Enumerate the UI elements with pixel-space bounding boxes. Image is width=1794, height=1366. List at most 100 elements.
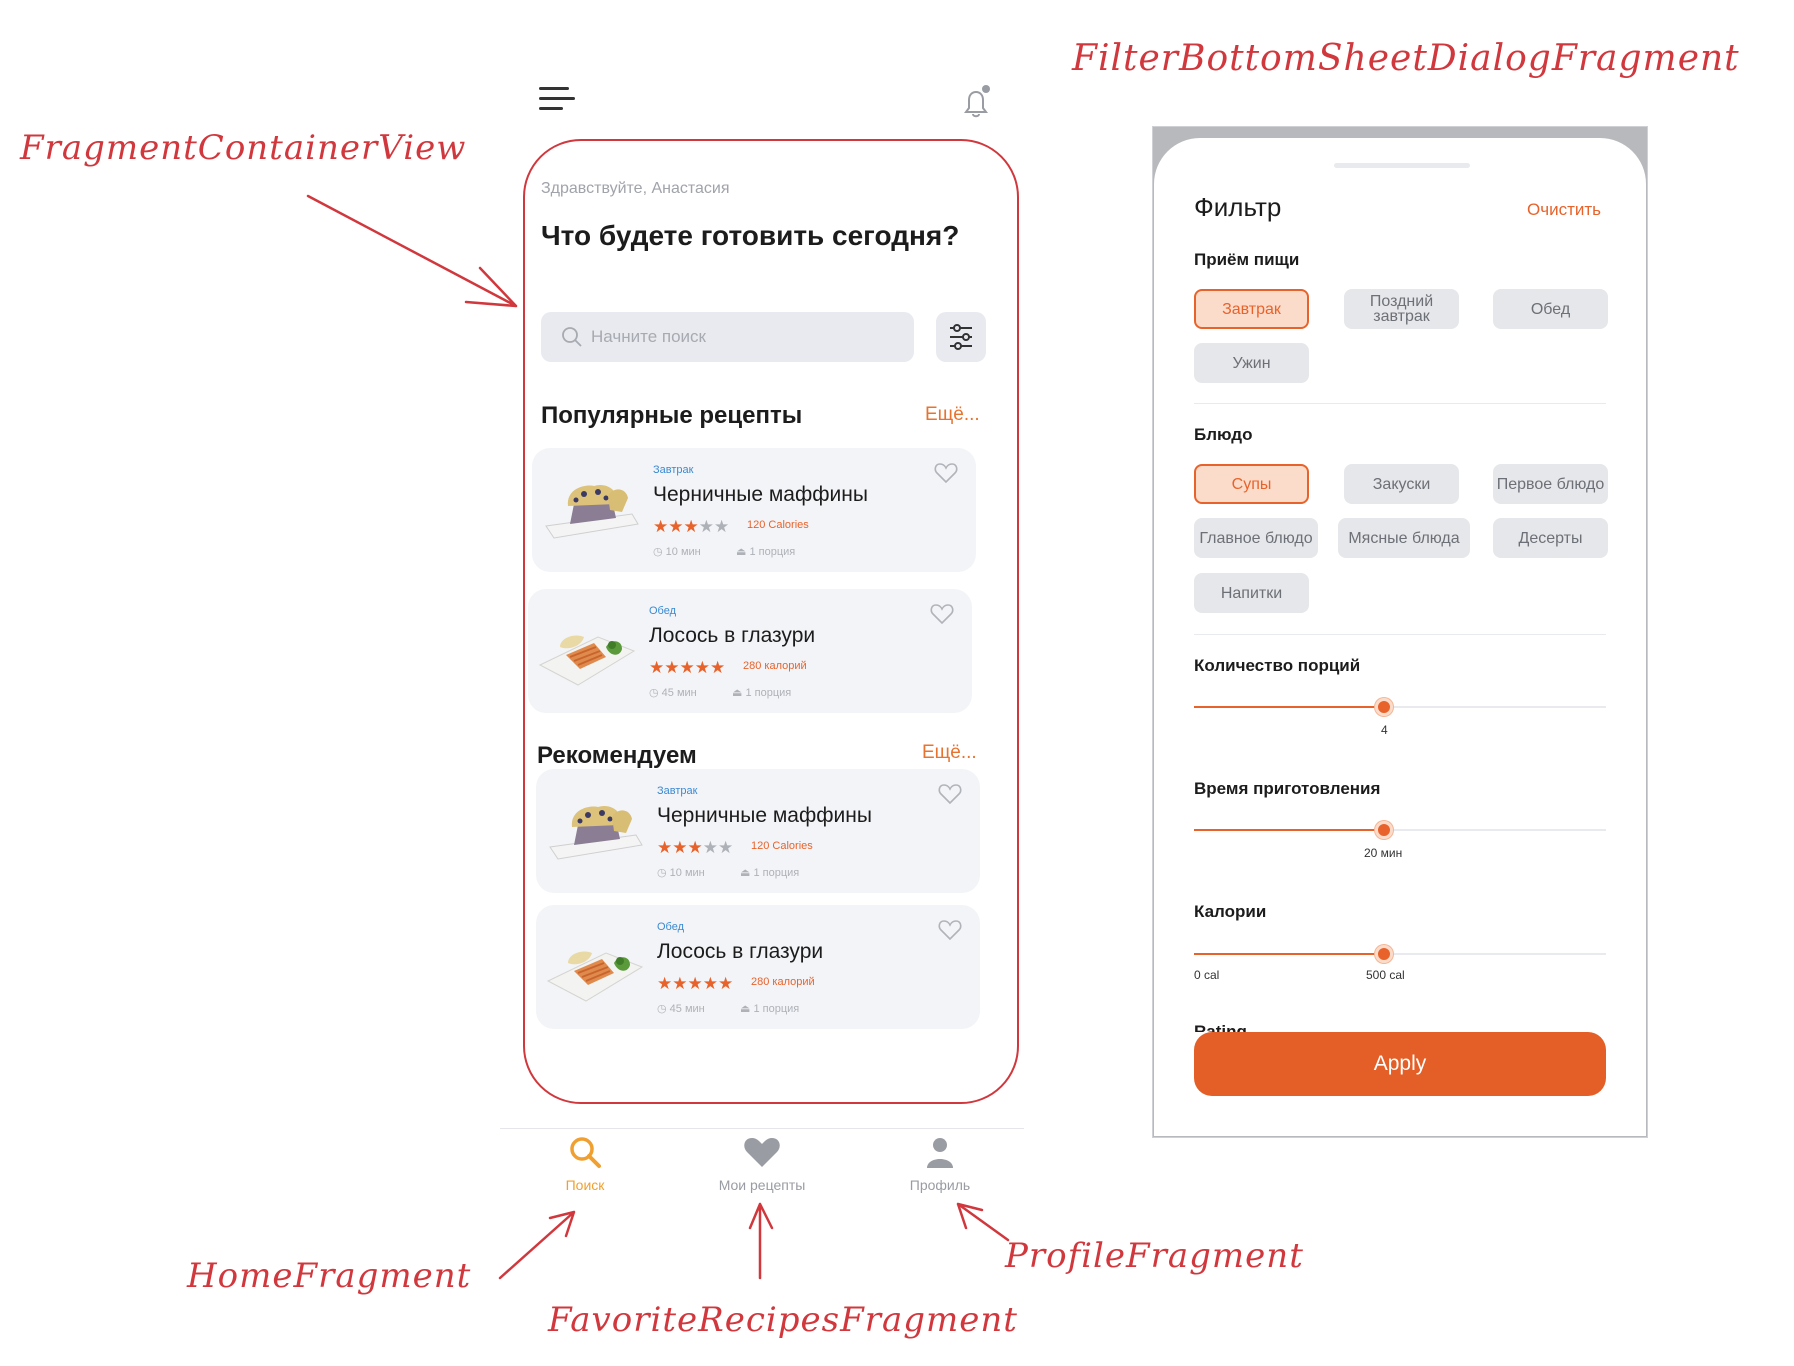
dish-chip[interactable]: Супы	[1194, 464, 1309, 504]
filter-button[interactable]	[936, 312, 986, 362]
divider	[1194, 634, 1606, 635]
rating-star-icon: ★	[702, 974, 718, 993]
cook-time-slider[interactable]	[1194, 821, 1606, 839]
annotation-filter-sheet: FilterBottomSheetDialogFragment	[1072, 38, 1740, 79]
recipe-time-value: 45 мин	[669, 1003, 705, 1015]
rating-star-icon: ★	[683, 517, 699, 536]
bell-icon[interactable]	[956, 83, 996, 123]
meal-chip[interactable]: Поздний завтрак	[1344, 289, 1459, 329]
search-icon	[562, 327, 582, 347]
recipe-time: ◷ 45 мин	[649, 686, 697, 699]
recipe-card[interactable]: Обед Лосось в глазури ★★★★★ 280 калорий ◷ 45…	[536, 905, 980, 1029]
clock-icon: ◷	[649, 687, 659, 699]
recipe-calories: 120 Calories	[751, 840, 813, 852]
recipe-category: Обед	[649, 605, 677, 617]
nav-item-favorites[interactable]: Мои рецепты	[692, 1134, 832, 1193]
recipe-title: Черничные маффины	[657, 804, 872, 827]
nav-label-search: Поиск	[565, 1177, 605, 1193]
clear-button[interactable]: Очистить	[1527, 200, 1601, 220]
greeting-text: Здравствуйте, Анастасия	[541, 180, 730, 197]
dish-chip[interactable]: Десерты	[1493, 518, 1608, 558]
search-icon	[570, 1137, 601, 1168]
recipe-time-value: 10 мин	[669, 867, 705, 879]
recipe-time: ◷ 10 мин	[653, 545, 701, 558]
dish-chip[interactable]: Напитки	[1194, 573, 1309, 613]
filter-title: Фильтр	[1194, 192, 1282, 222]
apply-button[interactable]: Apply	[1194, 1032, 1606, 1096]
rating-star-icon: ★	[698, 517, 714, 536]
recipe-category: Завтрак	[657, 785, 698, 797]
cloche-icon: ⏏	[736, 546, 747, 558]
menu-icon[interactable]	[539, 87, 575, 113]
rating-star-icon: ★	[657, 974, 673, 993]
cloche-icon: ⏏	[740, 1003, 751, 1015]
annotation-favorites-fragment: FavoriteRecipesFragment	[548, 1300, 1018, 1340]
recipe-portions: ⏏ 1 порция	[740, 866, 799, 879]
meal-chip[interactable]: Завтрак	[1194, 289, 1309, 329]
recipe-title: Лосось в глазури	[649, 624, 816, 647]
rating-star-icon: ★	[672, 974, 688, 993]
rating-star-icon: ★	[687, 974, 703, 993]
rating-star-icon: ★	[649, 658, 665, 677]
recipe-card[interactable]: Завтрак Черничные маффины ★★★★★ 120 Calorie…	[536, 769, 980, 893]
arrow-to-favorites	[748, 1202, 774, 1280]
recipe-portions: ⏏ 1 порция	[736, 545, 795, 558]
meal-chip[interactable]: Ужин	[1194, 343, 1309, 383]
recipe-card[interactable]: Завтрак Черничные маффины ★★★★★ 120 Calorie…	[532, 448, 976, 572]
recipe-time-value: 45 мин	[661, 687, 697, 699]
arrow-to-container	[306, 194, 518, 308]
filter-bottom-sheet	[1154, 138, 1646, 1136]
recommended-more-link[interactable]: Ещё...	[922, 742, 977, 764]
arrow-to-home	[498, 1210, 576, 1280]
dish-chip[interactable]: Первое блюдо	[1493, 464, 1608, 504]
sliders-icon	[950, 324, 972, 350]
search-placeholder: Начните поиск	[591, 327, 706, 346]
sheet-drag-handle[interactable]	[1334, 163, 1470, 168]
cook-time-value: 20 мин	[1364, 846, 1403, 860]
popular-section-title: Популярные рецепты	[541, 402, 803, 429]
recipe-rating: ★★★★★	[653, 517, 729, 537]
calories-min-label: 0 cal	[1194, 968, 1220, 982]
meal-chip[interactable]: Обед	[1493, 289, 1608, 329]
clock-icon: ◷	[653, 546, 663, 558]
popular-more-link[interactable]: Ещё...	[925, 404, 980, 426]
calories-slider[interactable]	[1194, 945, 1606, 963]
recipe-calories: 280 калорий	[743, 660, 807, 672]
recipe-portions: ⏏ 1 порция	[740, 1002, 799, 1015]
cook-time-slider-thumb[interactable]	[1375, 821, 1393, 839]
clock-icon: ◷	[657, 1003, 667, 1015]
recipe-portions: ⏏ 1 порция	[732, 686, 791, 699]
favorite-heart-icon[interactable]	[930, 603, 954, 625]
dish-chip[interactable]: Главное блюдо	[1194, 518, 1318, 558]
favorite-heart-icon[interactable]	[934, 462, 958, 484]
nav-item-profile[interactable]: Профиль	[870, 1134, 1010, 1193]
rating-star-icon: ★	[657, 838, 673, 857]
rating-star-icon: ★	[702, 838, 718, 857]
recipe-category: Обед	[657, 921, 685, 933]
rating-star-icon: ★	[687, 838, 703, 857]
favorite-heart-icon[interactable]	[938, 783, 962, 805]
rating-star-icon: ★	[672, 838, 688, 857]
person-icon	[927, 1138, 953, 1168]
calories-slider-thumb[interactable]	[1375, 945, 1393, 963]
dish-chip[interactable]: Мясные блюда	[1338, 518, 1470, 558]
rating-star-icon: ★	[653, 517, 669, 536]
recipe-portions-value: 1 порция	[749, 546, 796, 558]
rating-star-icon: ★	[664, 658, 680, 677]
nav-item-search[interactable]: Поиск	[515, 1134, 655, 1193]
nav-label-profile: Профиль	[909, 1177, 971, 1193]
portions-slider[interactable]	[1194, 698, 1606, 716]
recipe-card[interactable]: Обед Лосось в глазури ★★★★★ 280 калорий ◷ 45…	[528, 589, 972, 713]
annotation-fragment-container: FragmentContainerView	[20, 128, 467, 168]
cloche-icon: ⏏	[740, 867, 751, 879]
divider	[1194, 403, 1606, 404]
nav-label-favorites: Мои рецепты	[718, 1177, 806, 1193]
favorite-heart-icon[interactable]	[938, 919, 962, 941]
page-title: Что будете готовить сегодня?	[541, 220, 960, 251]
recipe-title: Черничные маффины	[653, 483, 868, 506]
recipe-image	[544, 923, 646, 1009]
search-input[interactable]: Начните поиск	[541, 312, 914, 362]
dish-chip[interactable]: Закуски	[1344, 464, 1459, 504]
recipe-image	[544, 787, 646, 873]
portions-slider-thumb[interactable]	[1375, 698, 1393, 716]
